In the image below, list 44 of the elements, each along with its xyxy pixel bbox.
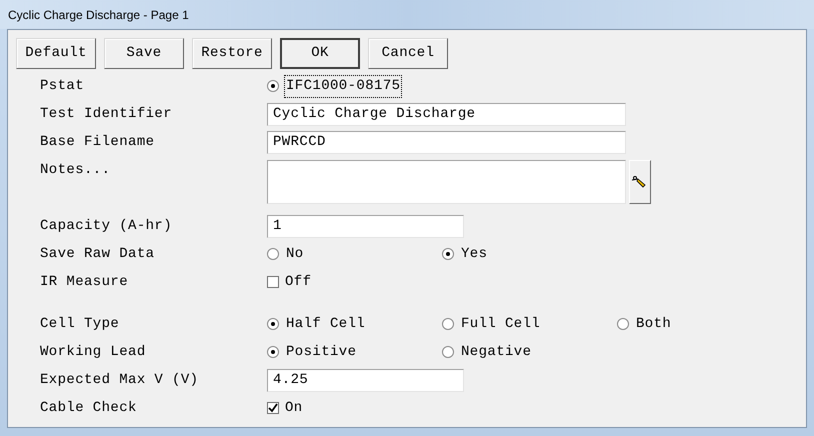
radio-label[interactable]: No: [285, 244, 305, 264]
checkbox-label[interactable]: Off: [285, 272, 312, 292]
radio-button[interactable]: [442, 248, 454, 260]
radio-label[interactable]: Both: [635, 314, 672, 334]
text-field[interactable]: PWRCCD: [267, 130, 626, 154]
text-field[interactable]: 1: [267, 214, 464, 238]
field-label: Expected Max V (V): [40, 370, 200, 390]
field-label: Pstat: [40, 76, 86, 96]
radio-label[interactable]: Half Cell: [285, 314, 366, 334]
pen-icon: [632, 174, 648, 190]
checkbox[interactable]: [267, 402, 279, 414]
radio-button[interactable]: [267, 248, 279, 260]
dialog-button[interactable]: OK: [280, 38, 360, 69]
radio-label[interactable]: Negative: [460, 342, 532, 362]
field-label: Test Identifier: [40, 104, 174, 124]
radio-label[interactable]: Full Cell: [460, 314, 542, 334]
checkbox-label[interactable]: On: [285, 398, 303, 418]
radio-button[interactable]: [617, 318, 629, 330]
text-field[interactable]: 4.25: [267, 368, 464, 392]
radio-label[interactable]: IFC1000-08175: [285, 76, 402, 96]
dialog-button[interactable]: Default: [16, 38, 96, 69]
dialog-button[interactable]: Cancel: [368, 38, 448, 69]
checkbox[interactable]: [267, 276, 279, 288]
field-label: Cell Type: [40, 314, 120, 334]
radio-button[interactable]: [267, 346, 279, 358]
dialog-button[interactable]: Save: [104, 38, 184, 69]
radio-button[interactable]: [267, 318, 279, 330]
radio-label[interactable]: Positive: [285, 342, 358, 362]
edit-notes-button[interactable]: [629, 160, 651, 204]
field-label: Cable Check: [40, 398, 138, 418]
window-title: Cyclic Charge Discharge - Page 1: [8, 7, 189, 24]
field-label: IR Measure: [40, 272, 130, 292]
radio-label[interactable]: Yes: [460, 244, 488, 264]
radio-button[interactable]: [442, 318, 454, 330]
field-label: Save Raw Data: [40, 244, 156, 264]
notes-field[interactable]: [267, 160, 626, 204]
field-label: Capacity (A-hr): [40, 216, 174, 236]
radio-button[interactable]: [442, 346, 454, 358]
field-label: Base Filename: [40, 132, 156, 152]
radio-button[interactable]: [267, 80, 279, 92]
text-field[interactable]: Cyclic Charge Discharge: [267, 102, 626, 126]
dialog-button[interactable]: Restore: [192, 38, 272, 69]
field-label: Working Lead: [40, 342, 147, 362]
field-label: Notes...: [40, 161, 112, 180]
